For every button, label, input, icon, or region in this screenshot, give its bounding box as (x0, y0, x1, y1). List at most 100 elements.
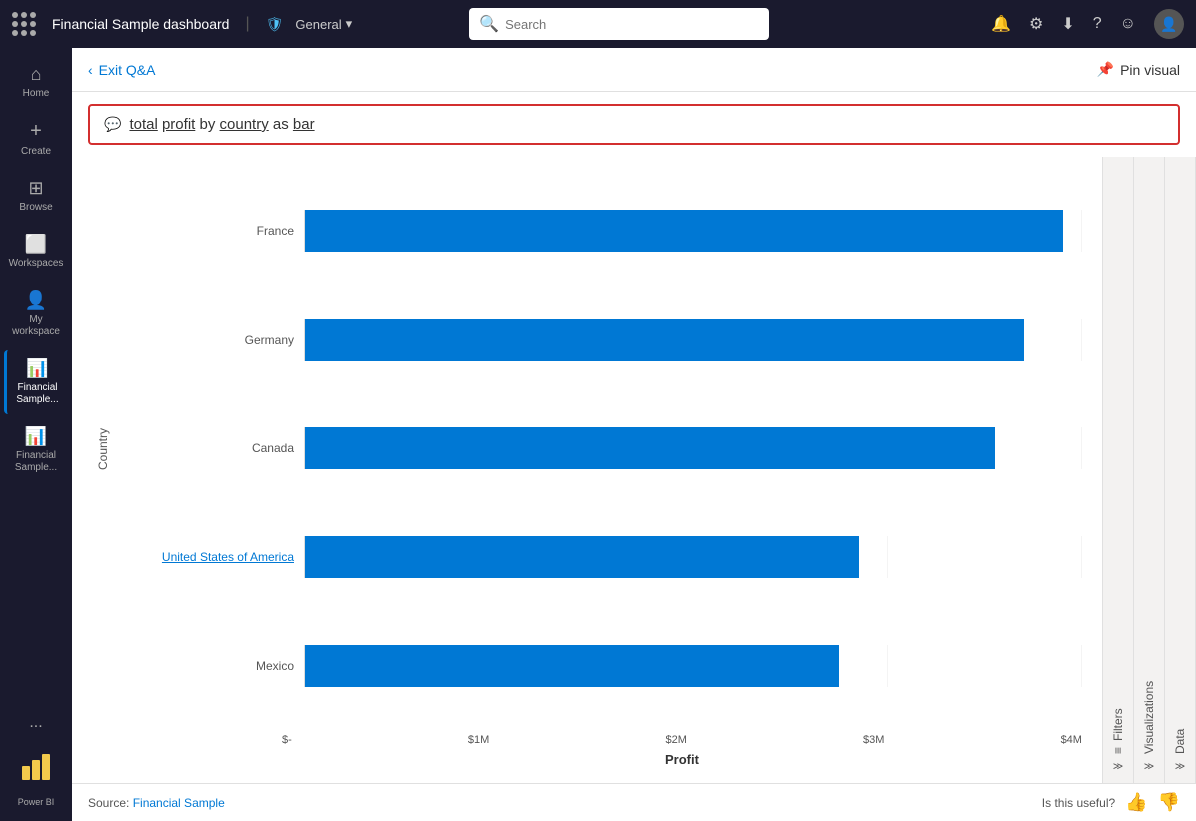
pin-visual-label: Pin visual (1120, 62, 1180, 78)
sidebar: ⌂ Home + Create ⊞ Browse ⬜ Workspaces 👤 … (0, 48, 72, 821)
x-axis: $- $1M $2M $3M $4M (282, 730, 1082, 750)
top-navigation: Financial Sample dashboard | 🛡 General ▾… (0, 0, 1196, 48)
x-tick-3: $3M (863, 734, 884, 746)
thumbs-up-icon[interactable]: 👍 (1125, 792, 1147, 813)
sidebar-item-my-workspace[interactable]: 👤 My workspace (4, 282, 68, 346)
main-layout: ⌂ Home + Create ⊞ Browse ⬜ Workspaces 👤 … (0, 48, 1196, 821)
sidebar-label-browse: Browse (19, 202, 52, 214)
chart-footer: Source: Financial Sample Is this useful?… (72, 783, 1196, 821)
sidebar-item-home[interactable]: ⌂ Home (4, 56, 68, 108)
data-panel-tab[interactable]: ≪ Data (1165, 157, 1196, 783)
avatar[interactable]: 👤 (1154, 9, 1184, 39)
x-tick-4: $4M (1061, 734, 1082, 746)
pin-visual-button[interactable]: 📌 Pin visual (1097, 61, 1180, 78)
search-input[interactable] (505, 17, 759, 32)
chevron-left-data-icon: ≪ (1175, 760, 1185, 771)
home-icon: ⌂ (31, 64, 42, 85)
nav-icons: 🔔 ⚙ ⬇ ? ☺ 👤 (991, 9, 1184, 39)
bar-label-mexico: Mexico (114, 659, 294, 673)
content-area: ‹ Exit Q&A 📌 Pin visual 💬 total profit b… (72, 48, 1196, 821)
general-label: General (295, 17, 341, 32)
help-icon[interactable]: ? (1093, 15, 1102, 33)
browse-icon: ⊞ (28, 178, 43, 199)
x-tick-1: $1M (468, 734, 489, 746)
x-axis-ticks: $- $1M $2M $3M $4M (282, 734, 1082, 746)
chart-body: France Germany (114, 167, 1082, 730)
feedback-label: Is this useful? (1042, 796, 1115, 810)
bar-fill-mexico (305, 645, 839, 687)
filters-icon: ≡ (1111, 747, 1125, 754)
source-link[interactable]: Financial Sample (133, 796, 225, 810)
sidebar-label-financial-sample-1: Financial Sample... (13, 382, 62, 406)
filters-panel-tab[interactable]: ≪ ≡ Filters (1103, 157, 1134, 783)
feedback-area: Is this useful? 👍 👎 (1042, 792, 1180, 813)
x-axis-title: Profit (282, 752, 1082, 767)
general-dropdown[interactable]: General ▾ (295, 16, 352, 32)
powerbi-logo (20, 752, 52, 784)
sidebar-item-financial-sample-2[interactable]: 📊 Financial Sample... (4, 418, 68, 482)
bar-row-usa: United States of America (114, 527, 1082, 587)
chart-container: Country France Germany (72, 157, 1196, 783)
sidebar-item-workspaces[interactable]: ⬜ Workspaces (4, 226, 68, 278)
chart-svg-area: Country France Germany (92, 167, 1082, 730)
sidebar-label-workspaces: Workspaces (9, 258, 64, 270)
feedback-icon[interactable]: ☺ (1120, 15, 1136, 33)
exit-qa-button[interactable]: ‹ Exit Q&A (88, 62, 155, 78)
qa-word-profit: profit (162, 116, 195, 133)
apps-grid-icon[interactable] (12, 12, 36, 36)
sidebar-label-create: Create (21, 146, 51, 158)
sidebar-label-home: Home (23, 88, 50, 100)
visualizations-label: Visualizations (1142, 681, 1156, 754)
source-text: Source: Financial Sample (88, 796, 225, 810)
bar-row-canada: Canada (114, 418, 1082, 478)
bar-label-france: France (114, 224, 294, 238)
qa-input-box[interactable]: 💬 total profit by country as bar (88, 104, 1180, 145)
workspaces-icon: ⬜ (25, 234, 47, 255)
download-icon[interactable]: ⬇ (1061, 14, 1074, 34)
thumbs-down-icon[interactable]: 👎 (1158, 792, 1180, 813)
powerbi-label: Power BI (18, 797, 55, 807)
bar-row-mexico: Mexico (114, 636, 1082, 696)
qa-chat-icon: 💬 (104, 116, 121, 133)
sidebar-label-my-workspace: My workspace (10, 314, 62, 338)
bar-label-usa: United States of America (114, 550, 294, 564)
bar-label-germany: Germany (114, 333, 294, 347)
visualizations-panel-tab[interactable]: ≪ Visualizations (1134, 157, 1165, 783)
back-icon: ‹ (88, 62, 93, 78)
bar-row-france: France (114, 201, 1082, 261)
filters-label: Filters (1111, 708, 1125, 741)
qa-query-text: total profit by country as bar (129, 116, 314, 133)
sidebar-item-browse[interactable]: ⊞ Browse (4, 170, 68, 222)
bar-track-france (304, 210, 1082, 252)
sidebar-item-more[interactable]: ... (4, 705, 68, 740)
bar-track-germany (304, 319, 1082, 361)
data-label: Data (1173, 729, 1187, 754)
more-label: ... (29, 713, 42, 732)
x-tick-0: $- (282, 734, 292, 746)
sidebar-item-create[interactable]: + Create (4, 112, 68, 166)
exit-qa-label: Exit Q&A (99, 62, 156, 78)
sidebar-label-financial-sample-2: Financial Sample... (10, 450, 62, 474)
sidebar-item-financial-sample-1[interactable]: 📊 Financial Sample... (4, 350, 68, 414)
qa-word-bar: bar (293, 116, 315, 133)
chevron-left-filters-icon: ≪ (1113, 760, 1123, 771)
settings-icon[interactable]: ⚙ (1029, 14, 1043, 34)
bar-fill-germany (305, 319, 1024, 361)
bar-row-germany: Germany (114, 310, 1082, 370)
search-bar[interactable]: 🔍 (469, 8, 769, 40)
shield-icon: 🛡 (266, 16, 284, 33)
bar-fill-usa (305, 536, 859, 578)
notification-icon[interactable]: 🔔 (991, 14, 1011, 34)
search-icon: 🔍 (479, 14, 499, 34)
x-tick-2: $2M (665, 734, 686, 746)
create-icon: + (30, 120, 42, 143)
app-title: Financial Sample dashboard (52, 16, 229, 32)
bar-fill-canada (305, 427, 995, 469)
chevron-down-icon: ▾ (346, 16, 353, 32)
content-topbar: ‹ Exit Q&A 📌 Pin visual (72, 48, 1196, 92)
chevron-left-viz-icon: ≪ (1144, 760, 1154, 771)
y-axis-label: Country (92, 167, 114, 730)
pin-icon: 📌 (1097, 61, 1114, 78)
side-panels: ≪ ≡ Filters ≪ Visualizations ≪ Data (1102, 157, 1196, 783)
bar-track-canada (304, 427, 1082, 469)
